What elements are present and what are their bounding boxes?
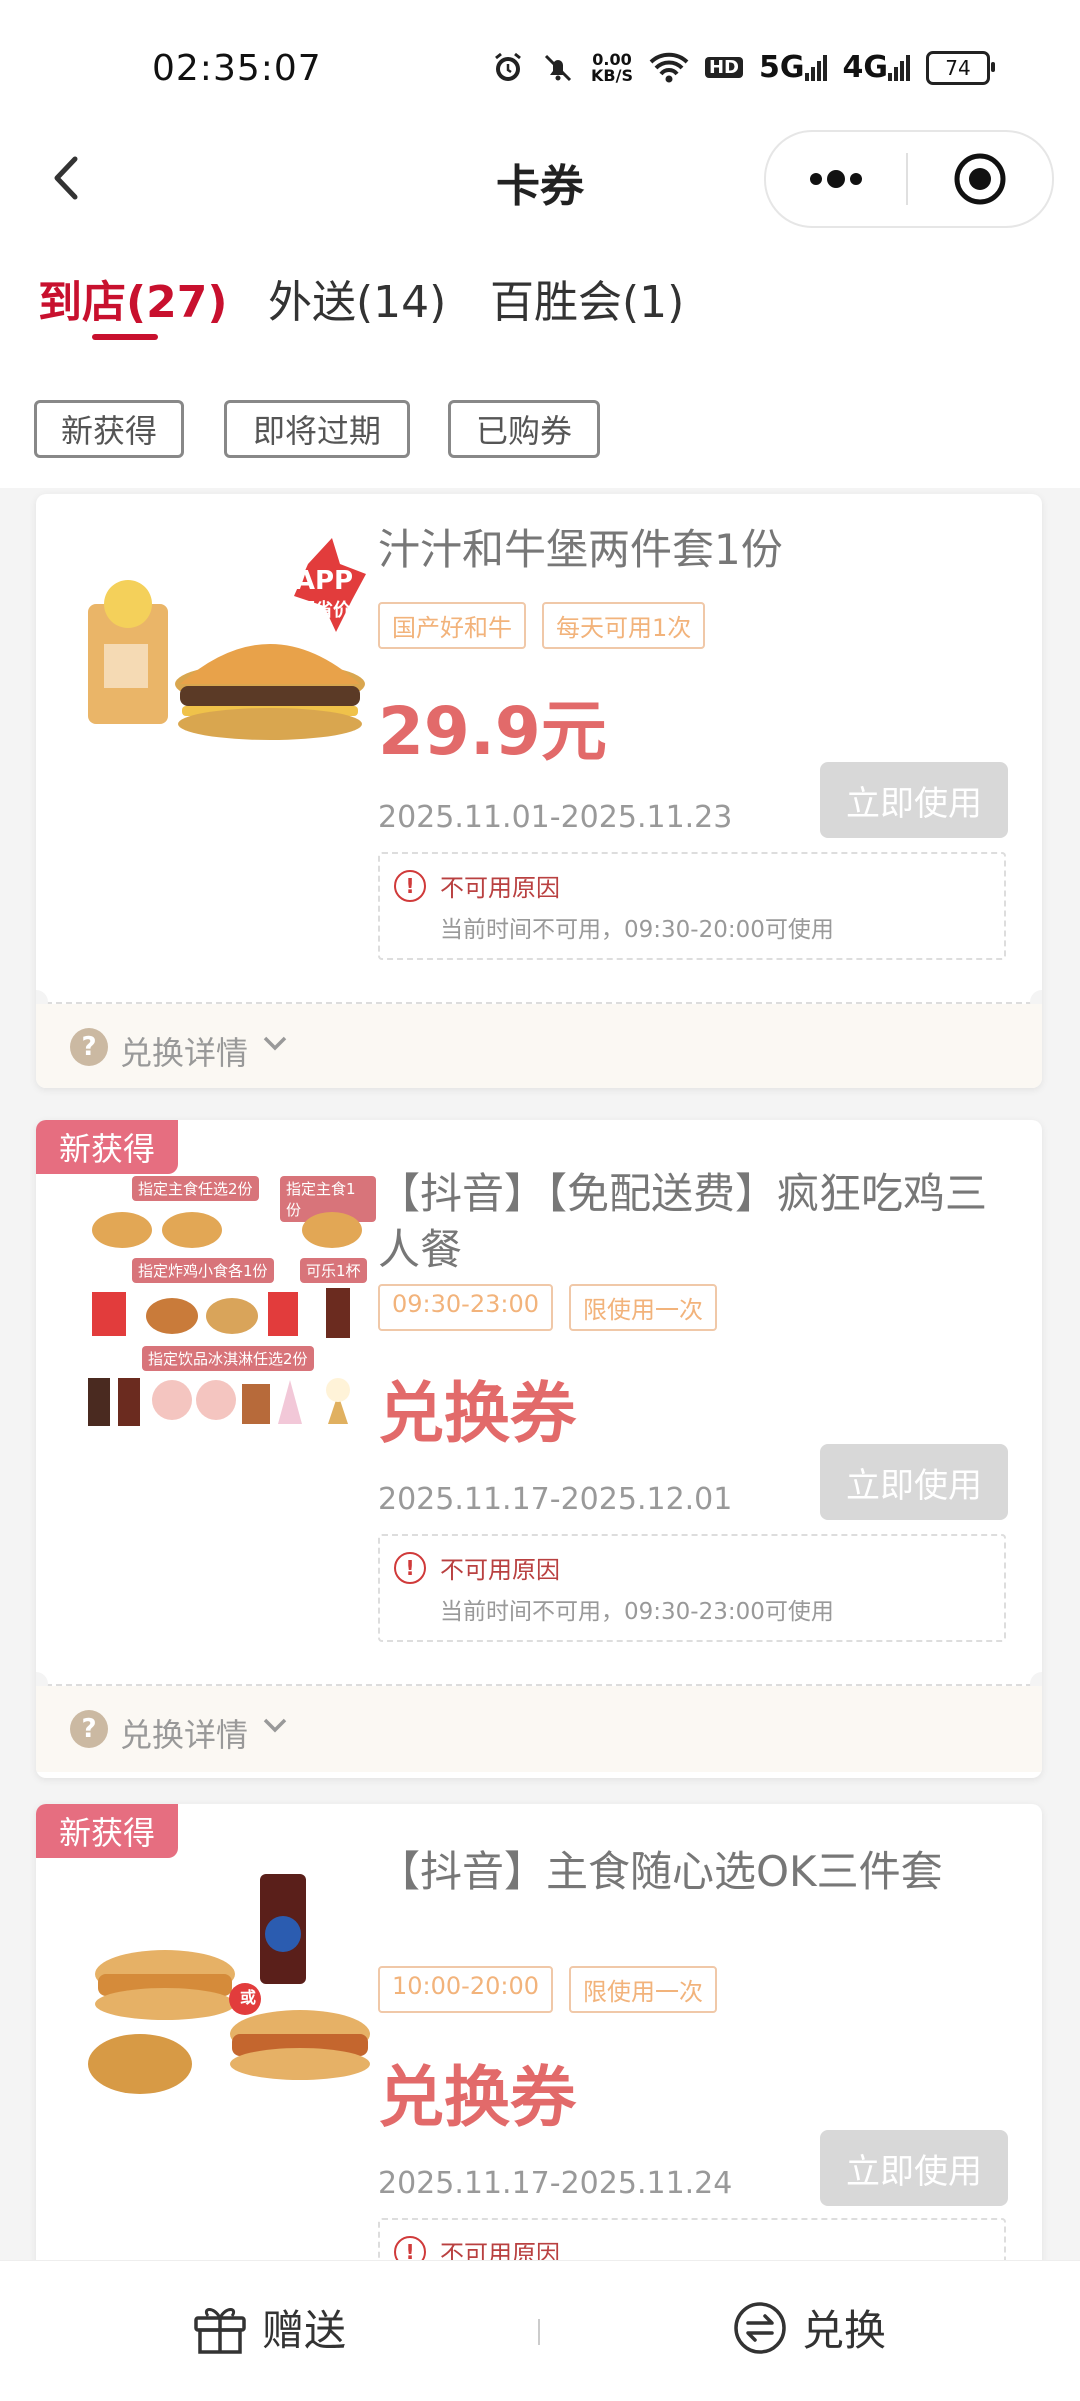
use-now-button[interactable]: 立即使用 (820, 2130, 1008, 2206)
exchange-label: 兑换 (802, 2306, 887, 2355)
net-speed-unit: KB/S (591, 65, 633, 85)
gift-icon (194, 2307, 246, 2354)
nav-bar: 卡券 (0, 130, 1080, 260)
bottom-divider (538, 2319, 540, 2345)
filter-bar: 新获得 即将过期 已购券 (0, 368, 1080, 488)
tab-yum-club[interactable]: 百胜会(1) (490, 266, 684, 330)
coupon-tag: 09:30-23:00 (378, 1284, 553, 1331)
coupon-price: 兑换券 (378, 1375, 576, 1452)
net-speed: 0.00 KB/S (591, 51, 633, 85)
coupon-price: 29.9元 (378, 693, 607, 770)
exchange-detail-toggle[interactable]: ? 兑换详情 (36, 1686, 1042, 1772)
alarm-icon (491, 51, 525, 85)
miniapp-capsule (764, 130, 1054, 228)
coupon-card[interactable]: 新获得 指定主食任选2份 指定主食1份 指定炸鸡小食各1份 可乐1杯 指定饮品冰… (36, 1120, 1042, 1778)
coupon-tag: 每天可用1次 (542, 602, 706, 649)
signal-4g-label: 4G (842, 50, 889, 85)
or-label: 或 (239, 1988, 256, 2007)
coupon-tags: 10:00-20:00 限使用一次 (378, 1966, 717, 2013)
more-dots-icon (810, 170, 862, 188)
chevron-down-icon (263, 1036, 287, 1051)
more-button[interactable] (766, 169, 906, 189)
battery-level: 74 (945, 55, 971, 80)
target-icon (954, 153, 1006, 205)
img-label: 指定主食任选2份 (132, 1176, 259, 1201)
close-miniapp-button[interactable] (908, 151, 1052, 207)
unavailable-reason-box: ! 不可用原因 当前时间不可用，09:30-23:00可使用 (378, 1534, 1006, 1642)
chicken-meal-image: 指定主食任选2份 指定主食1份 指定炸鸡小食各1份 可乐1杯 指定饮品冰淇淋任选… (76, 1176, 376, 1446)
signal-5g-label: 5G (759, 50, 805, 85)
tab-in-store[interactable]: 到店(27) (38, 266, 227, 330)
tab-bar: 到店(27) 外送(14) 百胜会(1) (0, 260, 1080, 369)
filter-expiring[interactable]: 即将过期 (224, 400, 410, 458)
chevron-down-icon (263, 1718, 287, 1733)
exchange-detail-toggle[interactable]: ? 兑换详情 (36, 1004, 1042, 1088)
status-time: 02:35:07 (152, 48, 322, 89)
coupon-tag: 限使用一次 (569, 1284, 717, 1331)
img-label: 指定炸鸡小食各1份 (132, 1258, 274, 1283)
bottom-action-bar: 赠送 兑换 (0, 2260, 1080, 2401)
filter-purchased[interactable]: 已购券 (448, 400, 600, 458)
coupon-card[interactable]: APP 超省价 汁汁和牛堡两件套1份 国产好和牛 每天可用1次 29.9元 20… (36, 494, 1042, 1088)
coupon-tags: 国产好和牛 每天可用1次 (378, 602, 706, 649)
tab-delivery[interactable]: 外送(14) (268, 266, 446, 330)
unavailable-reason-box: ! 不可用原因 当前时间不可用，09:30-20:00可使用 (378, 852, 1006, 960)
coupon-title: 汁汁和牛堡两件套1份 (378, 525, 783, 574)
coupon-date: 2025.11.01-2025.11.23 (378, 800, 733, 835)
coupon-tags: 09:30-23:00 限使用一次 (378, 1284, 717, 1331)
coupon-title: 【抖音】【免配送费】疯狂吃鸡三人餐 (378, 1169, 988, 1274)
question-icon: ? (70, 1710, 108, 1748)
img-label: 可乐1杯 (300, 1258, 367, 1283)
coupon-tag: 国产好和牛 (378, 602, 526, 649)
exchange-button[interactable]: 兑换 (732, 2297, 886, 2358)
new-badge: 新获得 (36, 1804, 178, 1858)
app-price-badge: APP 超省价 (284, 566, 364, 622)
filter-new[interactable]: 新获得 (34, 400, 184, 458)
gift-label: 赠送 (262, 2306, 347, 2355)
signal-4g-icon: 4G (842, 50, 910, 85)
coupon-card[interactable]: 新获得 或 【抖音】主食随心选OK三件套 10:00-20:00 限使用一次 兑… (36, 1804, 1042, 2324)
use-now-button[interactable]: 立即使用 (820, 762, 1008, 838)
signal-5g-icon: 5G (759, 50, 827, 85)
reason-desc: 当前时间不可用，09:30-20:00可使用 (440, 917, 834, 943)
coupon-tag: 限使用一次 (569, 1966, 717, 2013)
coupon-date: 2025.11.17-2025.11.24 (378, 2166, 733, 2201)
coupon-title: 【抖音】主食随心选OK三件套 (378, 1847, 943, 1896)
ok-meal-image (88, 1874, 370, 2094)
question-icon: ? (70, 1028, 108, 1066)
hd-icon: HD (704, 57, 743, 78)
coupon-date: 2025.11.17-2025.12.01 (378, 1482, 733, 1517)
coupon-price: 兑换券 (378, 2059, 576, 2136)
tab-underline (92, 334, 158, 340)
battery-icon: 74 (926, 50, 995, 85)
exchange-detail-label: 兑换详情 (120, 1034, 249, 1072)
exchange-icon (734, 2301, 786, 2354)
mute-icon (541, 51, 575, 85)
gift-button[interactable]: 赠送 (192, 2297, 346, 2358)
use-now-button[interactable]: 立即使用 (820, 1444, 1008, 1520)
app-badge-line1: APP (294, 566, 354, 596)
img-label: 指定饮品冰淇淋任选2份 (142, 1346, 314, 1371)
status-bar: 02:35:07 0.00 KB/S HD 5G 4G 74 (0, 0, 1080, 130)
app-badge-line2: 超省价 (297, 600, 351, 621)
coupon-tag: 10:00-20:00 (378, 1966, 553, 2013)
reason-desc: 当前时间不可用，09:30-23:00可使用 (440, 1599, 834, 1625)
reason-title: 不可用原因 (440, 874, 560, 902)
exchange-detail-label: 兑换详情 (120, 1716, 249, 1754)
alert-icon: ! (394, 870, 426, 902)
reason-title: 不可用原因 (440, 1556, 560, 1584)
alert-icon: ! (394, 1552, 426, 1584)
status-icons: 0.00 KB/S HD 5G 4G 74 (491, 50, 995, 85)
wifi-icon (649, 52, 689, 84)
new-badge: 新获得 (36, 1120, 178, 1174)
